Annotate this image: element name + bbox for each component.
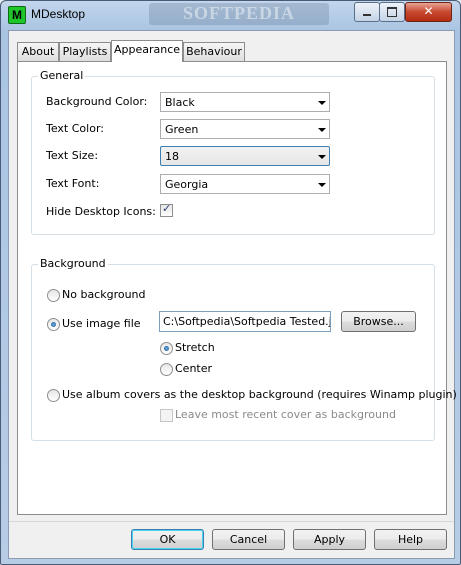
image-path-input[interactable]: C:\Softpedia\Softpedia Tested.jpg xyxy=(159,311,331,332)
cancel-button[interactable]: Cancel xyxy=(212,529,285,550)
use-image-label[interactable]: Use image file xyxy=(62,317,141,330)
center-radio[interactable] xyxy=(160,363,173,376)
close-button[interactable]: ✕ xyxy=(405,2,452,22)
background-color-select[interactable]: Black xyxy=(160,92,330,112)
help-button[interactable]: Help xyxy=(374,529,447,550)
hide-icons-label: Hide Desktop Icons: xyxy=(46,205,156,218)
album-covers-label[interactable]: Use album covers as the desktop backgrou… xyxy=(62,388,457,401)
text-font-value: Georgia xyxy=(165,178,209,191)
maximize-button[interactable] xyxy=(379,2,405,22)
tab-about[interactable]: About xyxy=(17,42,59,61)
window-title: MDesktop xyxy=(31,7,86,21)
leave-recent-checkbox[interactable] xyxy=(160,409,173,422)
center-label[interactable]: Center xyxy=(175,362,212,375)
stretch-radio[interactable] xyxy=(160,342,173,355)
appearance-panel: General Background Color: Black Text Col… xyxy=(17,61,457,515)
softpedia-watermark: SOFTPEDIA xyxy=(149,3,329,25)
image-path-value: C:\Softpedia\Softpedia Tested.jpg xyxy=(163,315,331,328)
album-covers-radio[interactable] xyxy=(47,389,60,402)
dialog-client-area: About Playlists Appearance Behaviour Gen… xyxy=(8,30,457,559)
app-icon: M xyxy=(8,6,26,24)
text-font-select[interactable]: Georgia xyxy=(160,174,330,194)
general-group-title: General xyxy=(38,69,86,82)
text-size-value: 18 xyxy=(165,150,179,163)
tab-behaviour[interactable]: Behaviour xyxy=(183,42,245,61)
background-color-value: Black xyxy=(165,96,195,109)
minimize-button[interactable] xyxy=(354,2,380,22)
use-image-radio[interactable] xyxy=(47,318,60,331)
tab-playlists[interactable]: Playlists xyxy=(59,42,111,61)
tab-appearance[interactable]: Appearance xyxy=(111,40,183,62)
stretch-label[interactable]: Stretch xyxy=(175,341,215,354)
mdesktop-window: M MDesktop SOFTPEDIA ✕ About Playlists A… xyxy=(0,0,461,565)
text-color-label: Text Color: xyxy=(46,122,104,135)
background-group: Background No background Use image file … xyxy=(31,257,457,441)
no-background-label[interactable]: No background xyxy=(62,288,146,301)
apply-button[interactable]: Apply xyxy=(293,529,366,550)
background-group-title: Background xyxy=(38,257,108,270)
text-size-label: Text Size: xyxy=(46,149,99,162)
no-background-radio[interactable] xyxy=(47,289,60,302)
text-size-select[interactable]: 18 xyxy=(160,146,330,166)
general-group: General Background Color: Black Text Col… xyxy=(31,69,435,235)
footer-separator xyxy=(9,521,454,522)
background-color-label: Background Color: xyxy=(46,95,148,108)
leave-recent-label: Leave most recent cover as background xyxy=(175,408,396,421)
title-bar[interactable]: M MDesktop SOFTPEDIA ✕ xyxy=(1,1,460,29)
text-color-select[interactable]: Green xyxy=(160,119,330,139)
hide-icons-checkbox[interactable]: ✓ xyxy=(160,202,173,217)
checkmark-icon: ✓ xyxy=(162,202,172,215)
text-font-label: Text Font: xyxy=(46,177,100,190)
ok-button[interactable]: OK xyxy=(131,529,204,550)
text-color-value: Green xyxy=(165,123,199,136)
browse-button[interactable]: Browse... xyxy=(341,311,416,332)
close-icon: ✕ xyxy=(423,4,434,18)
